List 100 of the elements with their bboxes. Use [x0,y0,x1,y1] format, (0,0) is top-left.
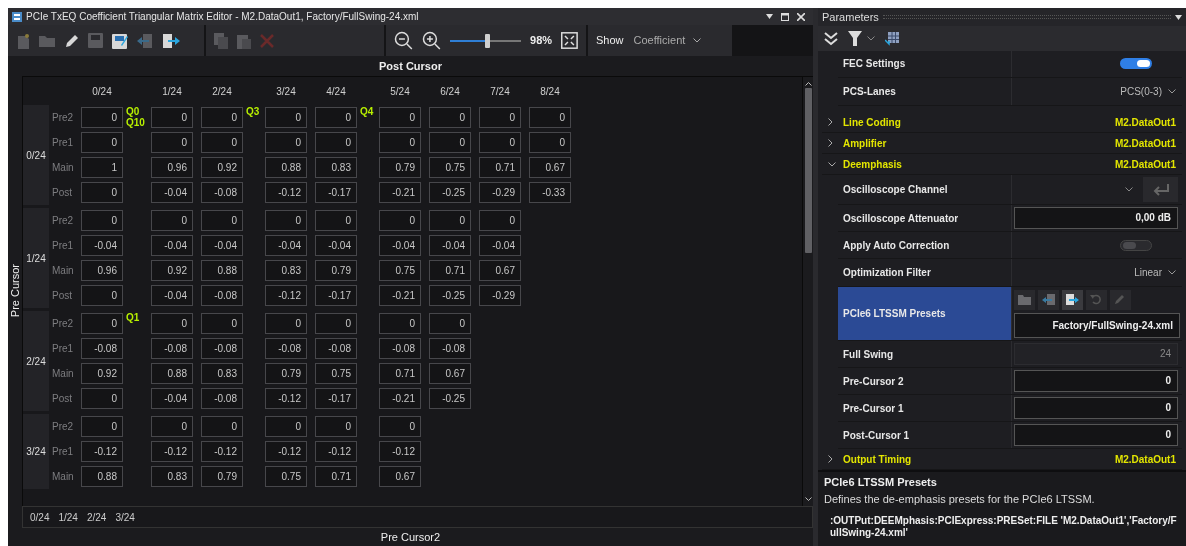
value-cell[interactable]: 0 [529,107,571,128]
value-cell[interactable]: -0.12 [265,285,307,306]
view-dropdown[interactable]: Coefficient [633,32,702,49]
value-cell[interactable]: -0.08 [201,338,243,359]
value-cell[interactable]: 0 [379,313,421,334]
value-cell[interactable]: -0.08 [315,338,357,359]
value-cell[interactable]: 0 [81,182,123,203]
value-cell[interactable]: 0.67 [379,466,421,487]
value-cell[interactable]: -0.08 [201,388,243,409]
scrollbar-thumb[interactable] [804,88,812,253]
new-document-icon[interactable] [16,32,30,49]
value-cell[interactable]: 0.92 [151,260,193,281]
value-cell[interactable]: 0 [81,210,123,231]
value-cell[interactable]: -0.25 [429,285,471,306]
value-cell[interactable]: -0.04 [265,235,307,256]
value-cell[interactable]: 0 [315,210,357,231]
value-cell[interactable]: 0.83 [201,363,243,384]
value-cell[interactable]: -0.17 [315,182,357,203]
value-cell[interactable]: -0.04 [379,235,421,256]
value-cell[interactable]: 0 [429,132,471,153]
input-field[interactable]: Factory/FullSwing-24.xml [1014,312,1180,338]
dropdown[interactable]: Linear [1134,265,1178,280]
value-cell[interactable]: 0 [429,313,471,334]
input-field[interactable]: 0 [1014,397,1178,419]
value-cell[interactable]: -0.08 [201,182,243,203]
value-cell[interactable]: -0.12 [265,441,307,462]
property-label[interactable]: PCIe6 LTSSM Presets [838,287,1012,340]
value-cell[interactable]: 0 [151,416,193,437]
enter-button[interactable] [1143,177,1178,202]
value-cell[interactable]: -0.21 [379,388,421,409]
value-cell[interactable]: 0 [265,132,307,153]
value-cell[interactable]: -0.12 [265,182,307,203]
slider-thumb[interactable] [484,33,490,48]
chevron-down-icon[interactable] [828,161,836,167]
toggle-switch[interactable] [1120,239,1152,251]
value-cell[interactable]: 0 [81,132,123,153]
value-cell[interactable]: 0 [201,210,243,231]
fit-to-screen-icon[interactable] [561,32,578,49]
value-cell[interactable]: -0.08 [379,338,421,359]
value-cell[interactable]: 0.71 [315,466,357,487]
input-field[interactable]: 0 [1014,424,1178,446]
value-cell[interactable]: -0.08 [151,338,193,359]
table-icon[interactable] [885,31,899,46]
input-field[interactable]: 0 [1014,370,1178,392]
value-cell[interactable]: 0 [379,416,421,437]
value-cell[interactable]: 0 [529,132,571,153]
value-cell[interactable]: 0.71 [479,157,521,178]
value-cell[interactable]: 0 [81,313,123,334]
value-cell[interactable]: 0 [81,416,123,437]
value-cell[interactable]: -0.08 [265,338,307,359]
value-cell[interactable]: 0.75 [315,363,357,384]
value-cell[interactable]: 0 [265,107,307,128]
value-cell[interactable]: -0.21 [379,285,421,306]
import-icon[interactable] [137,33,154,48]
save-as-icon[interactable] [112,32,128,49]
chevron-down-icon[interactable] [693,38,702,43]
zoom-in-icon[interactable] [421,31,441,50]
maximize-icon[interactable] [781,12,789,21]
value-cell[interactable]: 0 [201,313,243,334]
export-button[interactable] [1062,289,1083,310]
value-cell[interactable]: 0.88 [201,260,243,281]
value-cell[interactable]: 0.71 [429,260,471,281]
value-cell[interactable]: 0 [379,107,421,128]
value-cell[interactable]: -0.08 [201,285,243,306]
value-cell[interactable]: -0.04 [479,235,521,256]
value-cell[interactable]: 0.88 [81,466,123,487]
scroll-up-icon[interactable] [804,81,812,86]
close-icon[interactable] [797,12,805,21]
value-cell[interactable]: 0.83 [315,157,357,178]
value-cell[interactable]: -0.04 [151,235,193,256]
value-cell[interactable]: 0.71 [379,363,421,384]
value-cell[interactable]: -0.12 [151,441,193,462]
chevron-down-icon[interactable] [1125,187,1133,192]
collapse-all-icon[interactable] [824,31,838,46]
value-cell[interactable]: 0 [479,107,521,128]
value-cell[interactable]: -0.04 [151,285,193,306]
value-cell[interactable]: -0.08 [429,338,471,359]
chevron-right-icon[interactable] [828,118,833,126]
value-cell[interactable]: 0 [201,416,243,437]
import-button[interactable] [1038,289,1059,310]
value-cell[interactable]: -0.04 [429,235,471,256]
value-cell[interactable]: 0 [151,210,193,231]
value-cell[interactable]: 0.75 [379,260,421,281]
value-cell[interactable]: 0.79 [201,466,243,487]
value-cell[interactable]: 0.92 [201,157,243,178]
value-cell[interactable]: 0 [379,210,421,231]
chevron-right-icon[interactable] [828,139,833,147]
value-cell[interactable]: -0.04 [151,388,193,409]
value-cell[interactable]: -0.08 [81,338,123,359]
value-cell[interactable]: 0 [151,132,193,153]
value-cell[interactable]: 0 [479,132,521,153]
value-cell[interactable]: -0.12 [201,441,243,462]
value-cell[interactable]: -0.04 [151,182,193,203]
value-cell[interactable]: 1 [81,157,123,178]
pencil-icon[interactable] [65,33,79,48]
dropdown-icon[interactable] [1175,14,1182,20]
value-cell[interactable]: 0.79 [379,157,421,178]
value-cell[interactable]: 0.75 [265,466,307,487]
value-cell[interactable]: 0.79 [315,260,357,281]
value-cell[interactable]: -0.25 [429,388,471,409]
